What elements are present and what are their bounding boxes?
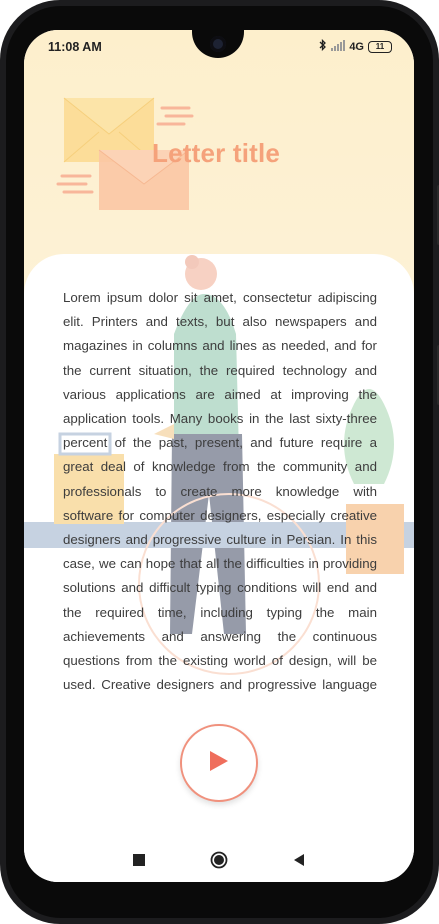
status-icons: 4G 11 <box>319 38 392 54</box>
signal-icon <box>331 39 346 54</box>
screen: 11:08 AM 4G 11 Letter title Lorem ipsum … <box>24 30 414 882</box>
recent-apps-icon[interactable] <box>132 853 146 872</box>
navigation-bar <box>24 842 414 882</box>
bluetooth-icon <box>319 38 327 54</box>
play-button[interactable] <box>180 724 258 802</box>
status-time: 11:08 AM <box>48 40 102 54</box>
phone-frame: 11:08 AM 4G 11 Letter title Lorem ipsum … <box>0 0 439 924</box>
play-icon <box>208 749 230 778</box>
battery-icon: 11 <box>368 40 392 53</box>
home-icon[interactable] <box>210 851 228 874</box>
battery-level: 11 <box>375 41 385 51</box>
back-icon[interactable] <box>292 853 306 872</box>
network-label: 4G <box>349 40 364 53</box>
letter-body: Lorem ipsum dolor sit amet, consectetur … <box>63 290 377 693</box>
camera-icon <box>210 36 226 52</box>
letter-title: Letter title <box>152 138 281 168</box>
